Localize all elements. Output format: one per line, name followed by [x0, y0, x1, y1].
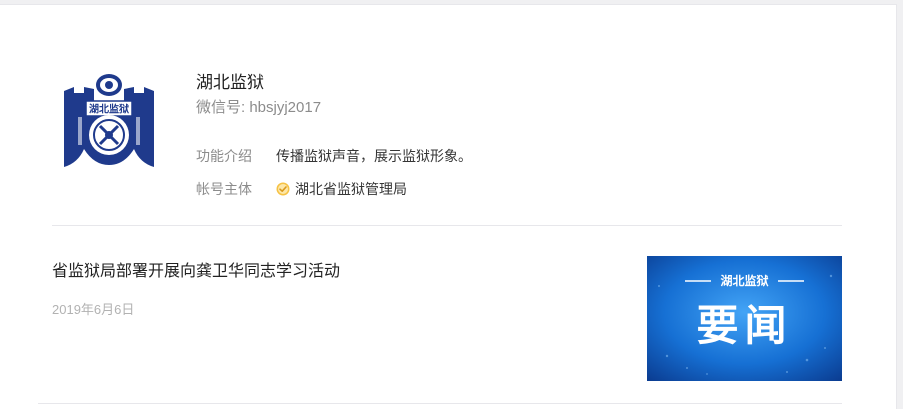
- article-thumbnail[interactable]: 湖北监狱 要闻: [647, 256, 842, 381]
- intro-label: 功能介绍: [196, 148, 252, 164]
- owner-row: 帐号主体 湖北省监狱管理局: [196, 179, 407, 199]
- intro-value: 传播监狱声音，展示监狱形象。: [276, 148, 472, 164]
- article-item[interactable]: 省监狱局部署开展向龚卫华同志学习活动 2019年6月6日 湖北监狱 要闻: [52, 252, 842, 382]
- divider: [38, 403, 842, 404]
- thumbnail-title: 要闻: [696, 301, 792, 350]
- owner-value[interactable]: 湖北省监狱管理局: [295, 181, 407, 197]
- account-name: 湖北监狱: [196, 73, 264, 92]
- account-logo: 湖北监狱: [64, 74, 154, 167]
- article-date: 2019年6月6日: [52, 302, 135, 317]
- owner-label: 帐号主体: [196, 181, 252, 197]
- prison-emblem-icon: [64, 74, 154, 167]
- wechat-id: 微信号: hbsjyj2017: [196, 99, 322, 116]
- thumbnail-subtitle: 湖北监狱: [720, 273, 768, 288]
- article-title[interactable]: 省监狱局部署开展向龚卫华同志学习活动: [52, 261, 340, 283]
- divider: [52, 225, 842, 226]
- intro-row: 功能介绍 传播监狱声音，展示监狱形象。: [196, 146, 472, 166]
- verified-check-icon: [276, 182, 290, 196]
- account-profile-card: 湖北监狱 湖北监狱 微信号: hbsjyj2017 功能介绍 传播监狱声音，展示监…: [0, 4, 897, 409]
- logo-text: 湖北监狱: [89, 103, 129, 116]
